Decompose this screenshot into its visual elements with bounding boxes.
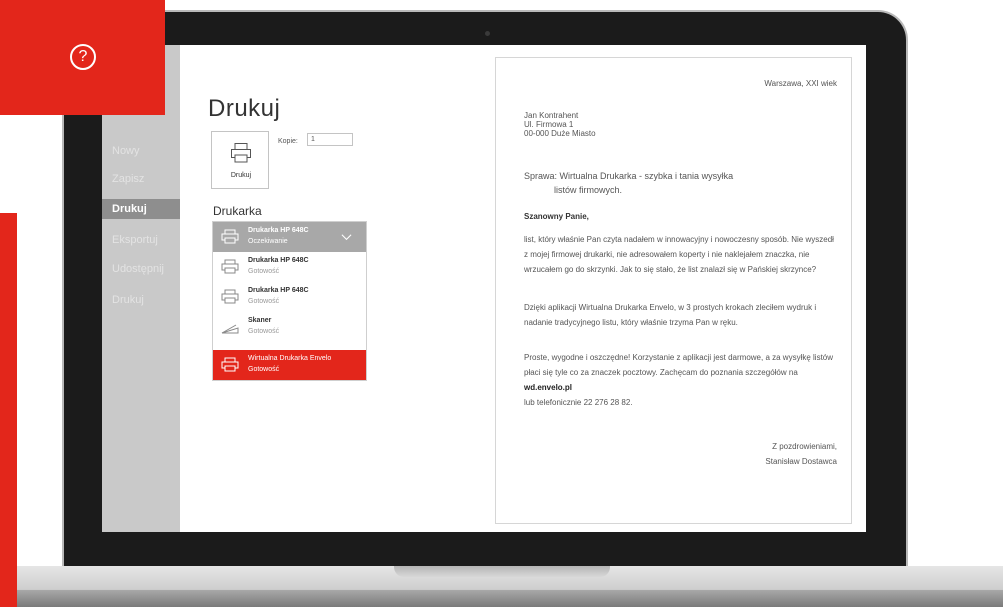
printer-icon [221, 289, 239, 304]
printer-icon [221, 259, 239, 274]
printer-icon [231, 143, 251, 163]
printer-option[interactable]: Skaner Gotowość [213, 312, 366, 342]
sidebar-item-print-2[interactable]: Drukuj [102, 290, 180, 310]
paragraph-text: Proste, wygodne i oszczędne! Korzystanie… [524, 353, 834, 377]
letter-paragraph: list, który właśnie Pan czyta nadałem w … [524, 235, 834, 274]
laptop-base-shadow [0, 590, 1003, 607]
copies-label: Kopie: [278, 138, 298, 145]
sidebar-item-export[interactable]: Eksportuj [102, 230, 180, 250]
printer-option[interactable]: Drukarka HP 648C Gotowość [213, 282, 366, 312]
letter-greeting: Szanowny Panie, [524, 212, 589, 221]
printer-name: Drukarka HP 648C [248, 257, 309, 264]
closing-line: Z pozdrowieniami, [772, 442, 837, 451]
letter-paragraph: Proste, wygodne i oszczędne! Korzystanie… [524, 350, 834, 410]
printer-status: Gotowość [248, 328, 280, 335]
printer-name: Drukarka HP 648C [248, 287, 309, 294]
document-preview: Warszawa, XXI wiek Jan Kontrahent Ul. Fi… [495, 57, 852, 524]
printer-status: Gotowość [248, 268, 280, 275]
accent-strip [0, 213, 17, 607]
address-line: Ul. Firmowa 1 [524, 120, 574, 129]
help-panel: ? [0, 0, 165, 115]
printer-status: Gotowość [248, 366, 280, 373]
printer-icon [221, 357, 239, 372]
sidebar-item-save[interactable]: Zapisz [102, 169, 180, 189]
scanner-icon [221, 324, 239, 334]
printer-icon [221, 229, 239, 244]
letter-subject: Sprawa: Wirtualna Drukarka - szybka i ta… [524, 169, 733, 197]
print-button-label: Drukuj [230, 172, 252, 179]
sidebar-item-share[interactable]: Udostępnij [102, 259, 180, 279]
sidebar-item-new[interactable]: Nowy [102, 141, 180, 161]
printer-option[interactable]: Wirtualna Drukarka Envelo Gotowość [213, 350, 366, 380]
sidebar-item-print[interactable]: Drukuj [102, 199, 180, 219]
printer-name: Skaner [248, 317, 272, 324]
letter-address: Jan Kontrahent Ul. Firmowa 1 00-000 Duże… [524, 111, 596, 138]
printer-option[interactable]: Drukarka HP 648C Gotowość [213, 252, 366, 282]
print-button[interactable]: Drukuj [211, 131, 269, 189]
printer-name: Drukarka HP 648C [248, 227, 309, 234]
printer-status: Gotowość [248, 298, 280, 305]
printer-dropdown[interactable]: Drukarka HP 648C Oczekiwanie Drukarka HP… [212, 221, 367, 381]
signature: Stanisław Dostawca [765, 457, 837, 466]
paragraph-text: lub telefonicznie 22 276 28 82. [524, 398, 633, 407]
camera [485, 31, 490, 36]
page-title: Drukuj [208, 95, 281, 122]
app-screen: Nowy Zapisz Drukuj Eksportuj Udostępnij … [102, 45, 866, 532]
printer-status: Oczekiwanie [248, 238, 288, 245]
question-circle-icon[interactable]: ? [70, 44, 96, 70]
subject-line: Sprawa: Wirtualna Drukarka - szybka i ta… [524, 171, 734, 181]
printer-option[interactable]: Drukarka HP 648C Oczekiwanie [213, 222, 366, 252]
website-link[interactable]: wd.envelo.pl [524, 383, 572, 392]
chevron-down-icon[interactable] [341, 232, 352, 243]
printer-heading: Drukarka [213, 204, 262, 218]
letter-paragraph: Dzięki aplikacji Wirtualna Drukarka Enve… [524, 303, 817, 327]
address-line: 00-000 Duże Miasto [524, 129, 596, 138]
laptop-notch [394, 566, 610, 577]
letter-closing: Z pozdrowieniami, Stanisław Dostawca [765, 439, 837, 469]
subject-line: listów firmowych. [554, 185, 623, 195]
address-line: Jan Kontrahent [524, 111, 579, 120]
sidebar: Nowy Zapisz Drukuj Eksportuj Udostępnij … [102, 45, 180, 532]
letter-date: Warszawa, XXI wiek [764, 79, 837, 88]
stage: Nowy Zapisz Drukuj Eksportuj Udostępnij … [0, 0, 1003, 607]
copies-input[interactable]: 1 [307, 133, 353, 146]
printer-name: Wirtualna Drukarka Envelo [248, 355, 332, 362]
